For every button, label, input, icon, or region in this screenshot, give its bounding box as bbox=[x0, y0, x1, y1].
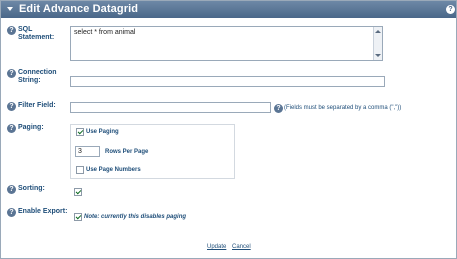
sql-statement-label: SQL Statement: bbox=[18, 26, 55, 41]
filter-help-icon[interactable]: ? bbox=[7, 102, 16, 111]
edit-advance-datagrid-panel: Edit Advance Datagrid ? ? SQL Statement:… bbox=[0, 0, 457, 259]
rows-per-page-value: 3 bbox=[78, 148, 82, 155]
filter-field-label: Filter Field: bbox=[18, 102, 56, 109]
connection-string-label: Connection String: bbox=[18, 69, 57, 84]
update-link[interactable]: Update bbox=[207, 243, 226, 251]
rows-per-page-label: Rows Per Page bbox=[105, 149, 149, 155]
sql-statement-value: select * from animal bbox=[74, 29, 136, 36]
connection-help-icon[interactable]: ? bbox=[7, 69, 16, 78]
filter-field-input[interactable] bbox=[70, 102, 271, 113]
textarea-scrollbar[interactable] bbox=[373, 27, 382, 60]
filter-field-hint: (Fields must be separated by a comma (",… bbox=[284, 105, 402, 111]
filter-field-row-label: ? Filter Field: bbox=[7, 102, 69, 112]
paging-help-icon[interactable]: ? bbox=[7, 124, 16, 133]
use-paging-checkbox[interactable] bbox=[76, 128, 84, 136]
scroll-down-icon[interactable] bbox=[375, 54, 381, 57]
sorting-row-label: ? Sorting: bbox=[7, 185, 67, 195]
sorting-help-icon[interactable]: ? bbox=[7, 185, 16, 194]
sorting-label: Sorting: bbox=[18, 185, 45, 192]
use-page-numbers-label: Use Page Numbers bbox=[86, 167, 141, 173]
rows-per-page-input[interactable]: 3 bbox=[75, 146, 100, 157]
sql-help-icon[interactable]: ? bbox=[7, 26, 16, 35]
panel-title: Edit Advance Datagrid bbox=[19, 3, 139, 15]
collapse-arrow-icon[interactable] bbox=[7, 7, 13, 11]
paging-label: Paging: bbox=[18, 124, 44, 131]
enable-export-row-label: ? Enable Export: bbox=[7, 208, 69, 218]
connection-string-input[interactable] bbox=[70, 76, 385, 87]
use-paging-label: Use Paging bbox=[86, 129, 119, 135]
cancel-link[interactable]: Cancel bbox=[232, 243, 251, 251]
filter-hint-help-icon[interactable]: ? bbox=[274, 104, 283, 113]
enable-export-checkbox[interactable] bbox=[74, 213, 82, 221]
export-help-icon[interactable]: ? bbox=[7, 208, 16, 217]
scroll-up-icon[interactable] bbox=[375, 30, 381, 33]
enable-export-label: Enable Export: bbox=[18, 208, 68, 215]
connection-string-row-label: ? Connection String: bbox=[7, 69, 69, 89]
use-page-numbers-checkbox[interactable] bbox=[76, 166, 84, 174]
help-icon[interactable]: ? bbox=[446, 5, 455, 14]
sql-statement-row-label: ? SQL Statement: bbox=[7, 26, 67, 46]
sorting-checkbox[interactable] bbox=[74, 188, 82, 196]
panel-title-bar: Edit Advance Datagrid ? bbox=[1, 1, 456, 18]
sql-statement-textarea[interactable]: select * from animal bbox=[70, 26, 383, 61]
export-note: Note: currently this disables paging bbox=[84, 214, 187, 220]
paging-row-label: ? Paging: bbox=[7, 124, 67, 134]
